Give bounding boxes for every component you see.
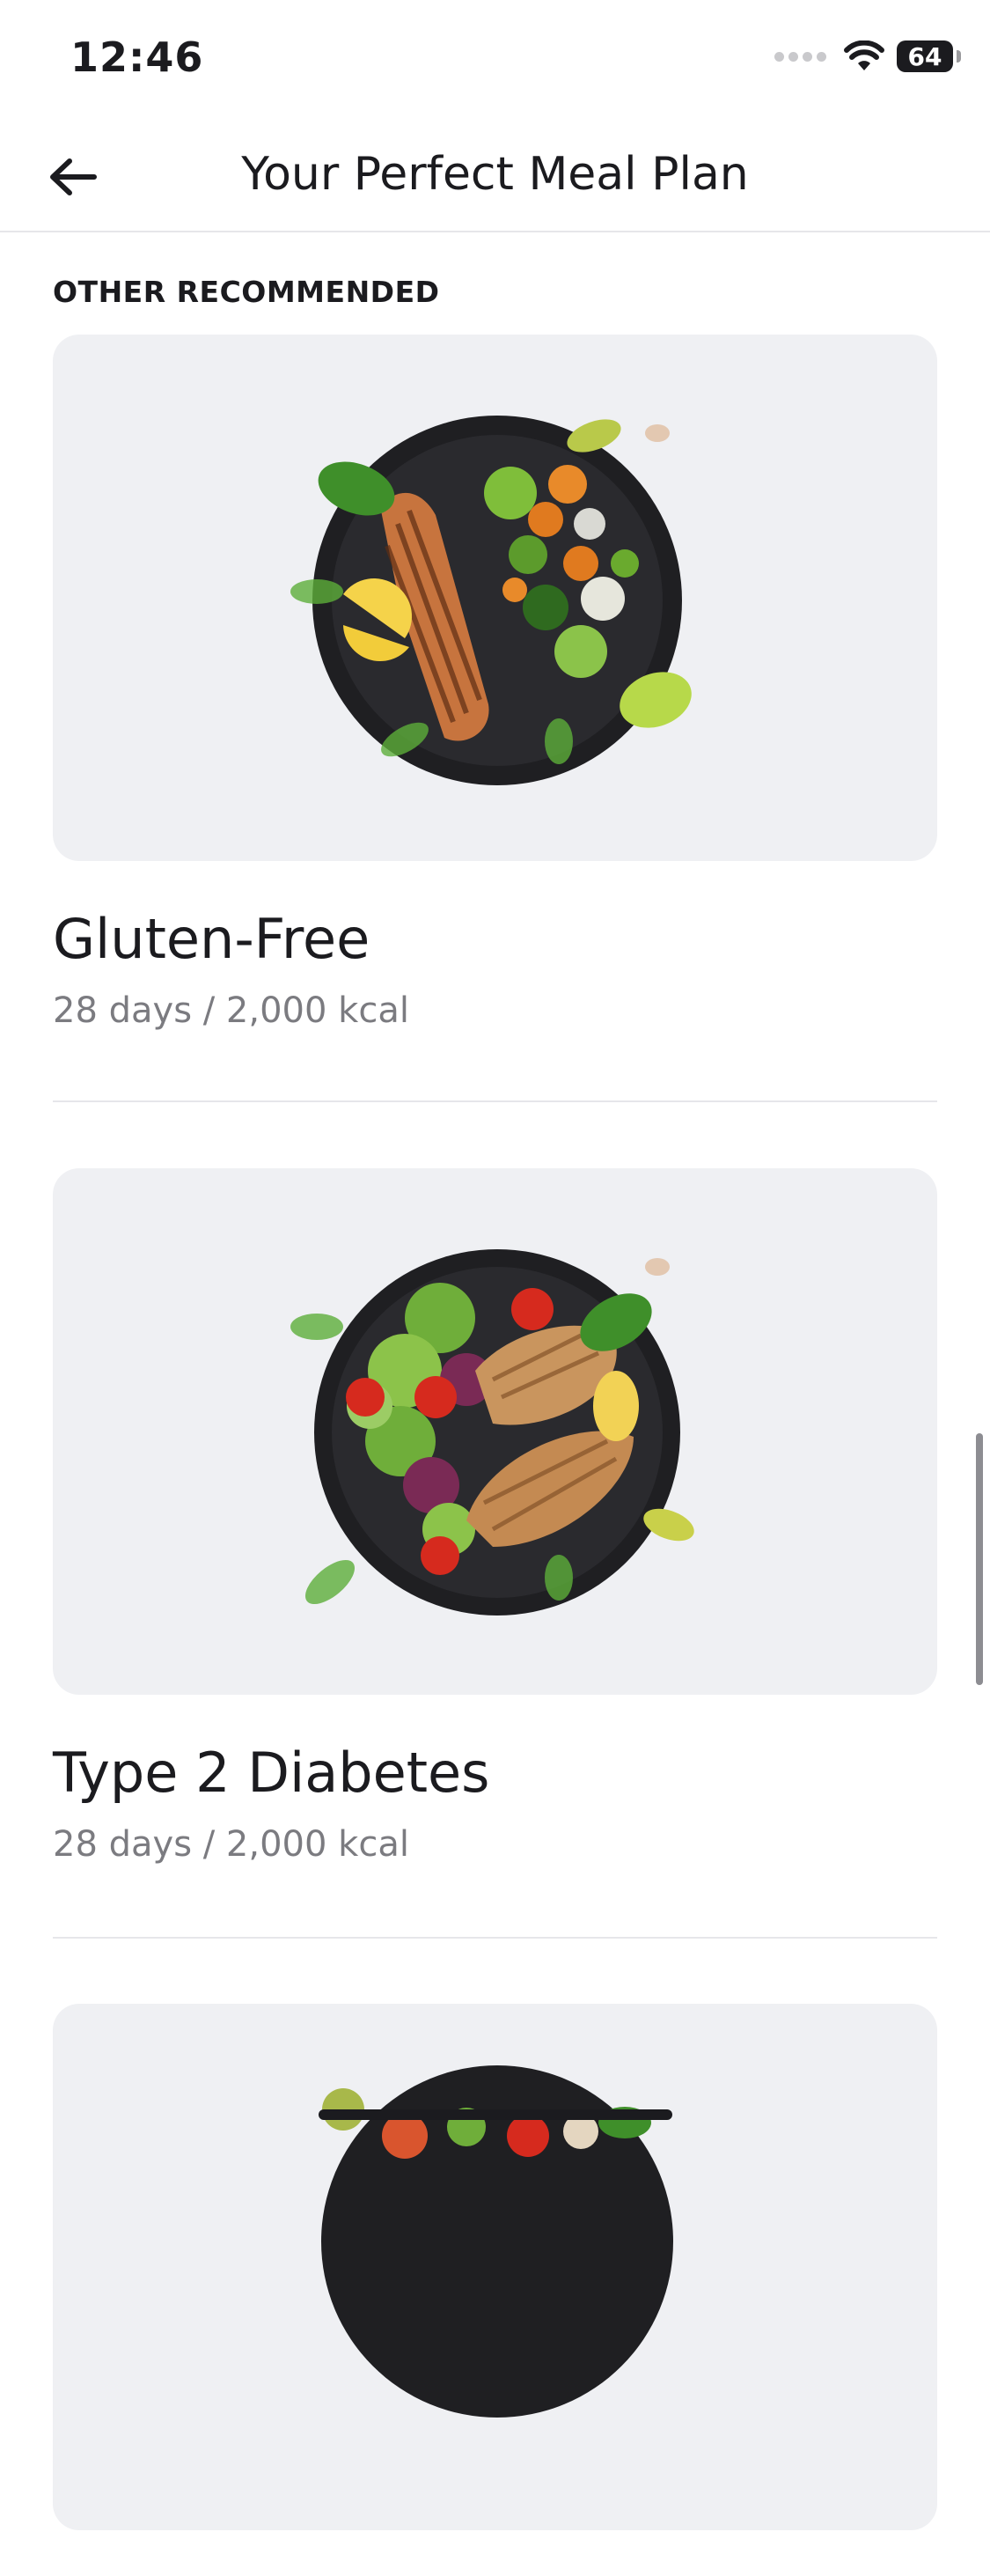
cellular-signal-icon [774,51,826,62]
plan-card-type-2-diabetes[interactable]: Type 2 Diabetes 28 days / 2,000 kcal [53,1168,937,1865]
app-header: Your Perfect Meal Plan [0,123,990,232]
plan-image [53,2004,937,2530]
plan-meta: 28 days / 2,000 kcal [53,1824,409,1865]
salmon-plate-illustration [290,416,692,785]
plan-card-partial[interactable] [53,2004,937,2576]
status-time: 12:46 [70,33,204,81]
section-label: OTHER RECOMMENDED [53,275,440,309]
battery-level: 64 [907,41,942,71]
plan-meta: 28 days / 2,000 kcal [53,990,409,1031]
page-title: Your Perfect Meal Plan [241,148,749,201]
plan-card-gluten-free[interactable]: Gluten-Free 28 days / 2,000 kcal [53,335,937,1031]
plan-image [53,335,937,861]
salad-bowl-illustration [321,2065,673,2418]
scrollbar[interactable] [976,1433,983,1685]
status-bar: 12:46 64 [0,0,990,123]
plan-image [53,1168,937,1695]
home-indicator[interactable] [319,2109,672,2120]
divider [53,1100,937,1102]
plan-title: Type 2 Diabetes [53,1741,490,1805]
battery-icon: 64 [897,40,961,72]
status-icons: 64 [774,40,961,72]
chicken-salad-plate-illustration [290,1249,694,1616]
wifi-icon [844,40,884,70]
plan-title: Gluten-Free [53,907,370,971]
divider [53,1937,937,1939]
